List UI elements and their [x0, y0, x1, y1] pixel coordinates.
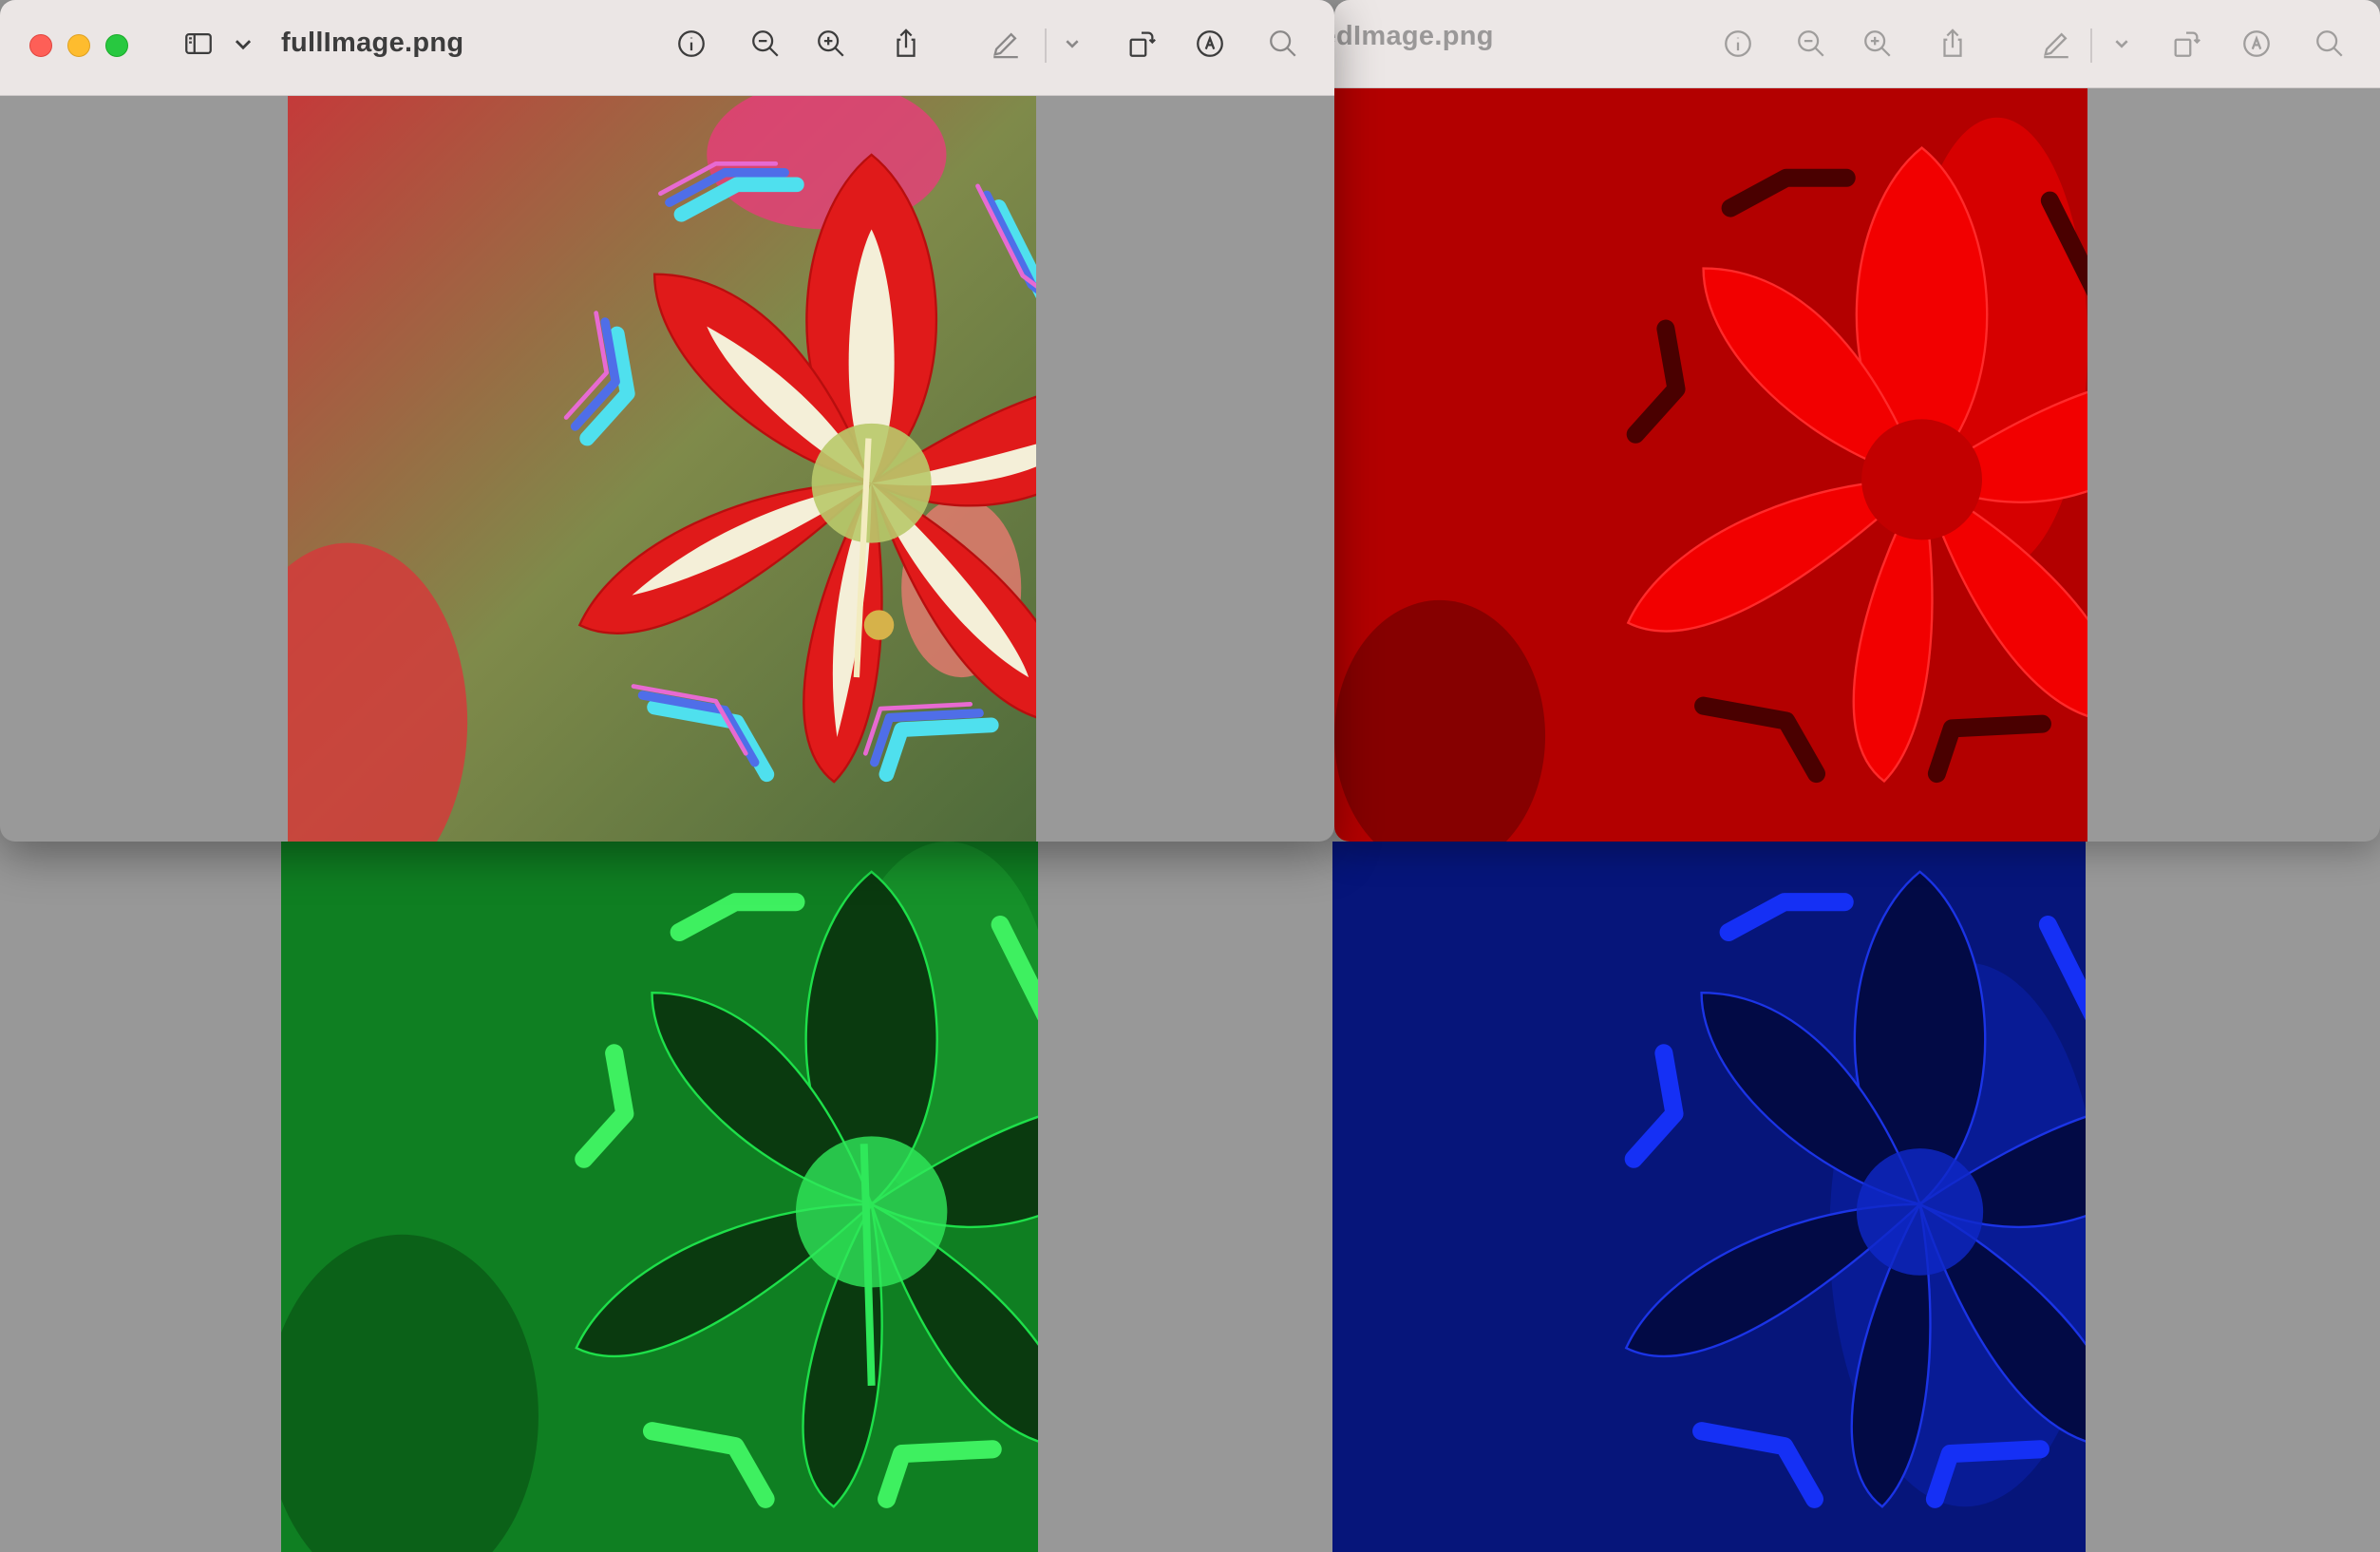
full-color-image [288, 95, 1036, 842]
rotate-icon[interactable] [1123, 25, 1161, 63]
zoom-button[interactable] [105, 34, 128, 57]
chevron-down-icon[interactable] [2103, 25, 2141, 63]
search-icon[interactable] [1264, 25, 1302, 63]
zoom-in-icon[interactable] [812, 25, 850, 63]
info-icon[interactable] [672, 25, 710, 63]
markup-pen-icon[interactable] [987, 25, 1025, 63]
info-icon[interactable] [1719, 25, 1757, 63]
minimize-button[interactable] [67, 34, 90, 57]
toolbar-separator [2090, 28, 2092, 63]
red-image-window[interactable]: redImage.png [1334, 0, 2380, 842]
blue-channel-image [1332, 842, 2086, 1552]
front-toolbar: fullImage.png [0, 0, 1334, 96]
full-image-window[interactable]: fullImage.png [0, 0, 1334, 842]
window-title: fullImage.png [281, 28, 464, 58]
zoom-out-icon[interactable] [1792, 25, 1830, 63]
zoom-in-icon[interactable] [1859, 25, 1897, 63]
green-channel-image [281, 842, 1038, 1552]
markup-icon[interactable] [1191, 25, 1229, 63]
sidebar-icon[interactable] [179, 25, 217, 63]
chevron-down-icon[interactable] [224, 25, 262, 63]
toolbar-separator [1045, 28, 1047, 63]
rotate-icon[interactable] [2167, 25, 2205, 63]
back-toolbar: redImage.png [1334, 0, 2380, 88]
share-icon[interactable] [1934, 25, 1972, 63]
markup-pen-icon[interactable] [2037, 25, 2075, 63]
chevron-down-icon[interactable] [1053, 25, 1091, 63]
search-icon[interactable] [2311, 25, 2349, 63]
share-icon[interactable] [887, 25, 925, 63]
zoom-out-icon[interactable] [746, 25, 784, 63]
close-button[interactable] [29, 34, 52, 57]
red-channel-image [1334, 87, 2087, 842]
window-title: redImage.png [1334, 21, 1494, 51]
markup-icon[interactable] [2238, 25, 2276, 63]
